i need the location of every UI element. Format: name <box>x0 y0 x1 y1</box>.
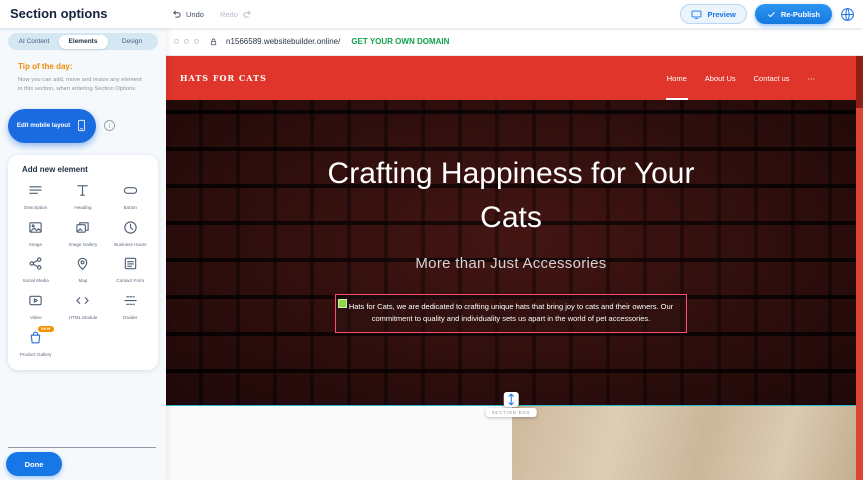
nav-contact-us[interactable]: Contact us <box>745 56 799 100</box>
republish-button[interactable]: Re-Publish <box>755 4 832 24</box>
edit-mobile-layout-button[interactable]: Edit mobile layout <box>8 109 96 143</box>
image-icon <box>28 220 43 235</box>
tab-elements[interactable]: Elements <box>59 35 108 49</box>
undo-label: Undo <box>186 10 204 19</box>
element-grid: Description Heading Button Image Image G… <box>12 183 154 359</box>
preview-canvas: n1566589.websitebuilder.online/ GET YOUR… <box>166 28 863 480</box>
hero-subheading[interactable]: More than Just Accessories <box>166 255 856 272</box>
section-resize-widget[interactable]: SECTION END <box>486 392 537 417</box>
section-end-label: SECTION END <box>486 408 537 417</box>
hero-paragraph-box[interactable]: Hats for Cats, we are dedicated to craft… <box>335 294 687 333</box>
add-panel-title: Add new element <box>22 165 154 174</box>
info-icon[interactable]: i <box>104 120 115 131</box>
element-description[interactable]: Description <box>12 183 59 211</box>
site-scrollbar[interactable] <box>856 56 863 480</box>
page-title: Section options <box>10 0 108 28</box>
phone-icon <box>76 118 87 133</box>
element-html-module[interactable]: HTML Module <box>59 293 106 321</box>
undo-button[interactable]: Undo <box>172 9 204 19</box>
sidebar-divider <box>8 447 156 448</box>
done-button[interactable]: Done <box>6 452 62 476</box>
resize-arrows-icon[interactable] <box>504 392 519 407</box>
site-url: n1566589.websitebuilder.online/ <box>226 37 340 46</box>
heading-icon <box>75 183 90 198</box>
history-controls: Undo Redo <box>172 0 252 28</box>
element-image-gallery[interactable]: Image Gallery <box>59 220 106 248</box>
nav-more-icon[interactable]: ⋯ <box>799 56 825 100</box>
element-image[interactable]: Image <box>12 220 59 248</box>
element-product-gallery[interactable]: NEW Product Gallery <box>12 330 59 358</box>
element-button[interactable]: Button <box>107 183 154 211</box>
preview-label: Preview <box>707 10 735 19</box>
window-dot <box>174 39 179 44</box>
language-globe-button[interactable] <box>840 7 855 22</box>
republish-label: Re-Publish <box>781 10 820 19</box>
window-dot <box>194 39 199 44</box>
description-icon <box>28 183 43 198</box>
site-nav: Home About Us Contact us ⋯ <box>658 56 824 100</box>
business-hours-icon <box>123 220 138 235</box>
edit-mobile-row: Edit mobile layout i <box>8 109 166 143</box>
tip-of-the-day: Tip of the day: Now you can add, move an… <box>0 50 166 95</box>
redo-label: Redo <box>220 10 238 19</box>
add-element-panel: Add new element Description Heading Butt… <box>8 155 158 371</box>
sand-texture-image <box>512 406 856 480</box>
edit-mobile-label: Edit mobile layout <box>17 122 70 129</box>
scrollbar-thumb[interactable] <box>856 56 863 108</box>
topbar: Section options Undo Redo Preview Re-Pub… <box>0 0 863 28</box>
undo-icon <box>172 9 182 19</box>
preview-button[interactable]: Preview <box>680 4 746 24</box>
monitor-icon <box>691 9 702 20</box>
globe-icon <box>840 7 855 22</box>
nav-about-us[interactable]: About Us <box>696 56 745 100</box>
element-heading[interactable]: Heading <box>59 183 106 211</box>
element-contact-form[interactable]: Contact Form <box>107 256 154 284</box>
element-social-media[interactable]: Social Media <box>12 256 59 284</box>
element-divider[interactable]: Divider <box>107 293 154 321</box>
hero-section[interactable]: Crafting Happiness for Your Cats More th… <box>166 100 856 406</box>
tip-body: Now you can add, move and resize any ele… <box>18 76 146 95</box>
element-business-hours[interactable]: Business Hours <box>107 220 154 248</box>
app-window: Section options Undo Redo Preview Re-Pub… <box>0 0 863 480</box>
topbar-actions: Preview Re-Publish <box>680 0 855 28</box>
check-icon <box>767 10 776 19</box>
window-dot <box>184 39 189 44</box>
browser-bar: n1566589.websitebuilder.online/ GET YOUR… <box>166 28 863 56</box>
lock-icon <box>204 37 218 47</box>
site-preview: HATS FOR CATS Home About Us Contact us ⋯… <box>166 56 856 480</box>
social-media-icon <box>28 256 43 271</box>
redo-button[interactable]: Redo <box>220 9 252 19</box>
button-icon <box>123 183 138 198</box>
contact-form-icon <box>123 256 138 271</box>
nav-home[interactable]: Home <box>658 56 696 100</box>
tab-design[interactable]: Design <box>108 35 157 49</box>
hero-paragraph-text: Hats for Cats, we are dedicated to craft… <box>349 302 673 323</box>
product-gallery-icon <box>28 330 43 345</box>
redo-icon <box>242 9 252 19</box>
tip-title: Tip of the day: <box>18 62 154 71</box>
sidebar: AI Content Elements Design Tip of the da… <box>0 28 166 480</box>
html-module-icon <box>75 293 90 308</box>
site-header: HATS FOR CATS Home About Us Contact us ⋯ <box>166 56 856 100</box>
sidebar-tabs: AI Content Elements Design <box>8 33 158 50</box>
site-logo[interactable]: HATS FOR CATS <box>180 73 267 83</box>
image-gallery-icon <box>75 220 90 235</box>
next-section <box>166 406 856 480</box>
video-icon <box>28 293 43 308</box>
element-map[interactable]: Map <box>59 256 106 284</box>
selection-handle[interactable] <box>338 299 347 308</box>
tab-ai-content[interactable]: AI Content <box>10 35 59 49</box>
map-icon <box>75 256 90 271</box>
element-video[interactable]: Video <box>12 293 59 321</box>
divider-icon <box>123 293 138 308</box>
hero-heading[interactable]: Crafting Happiness for Your Cats <box>296 152 726 239</box>
new-badge: NEW <box>38 326 54 332</box>
get-domain-link[interactable]: GET YOUR OWN DOMAIN <box>351 37 449 46</box>
